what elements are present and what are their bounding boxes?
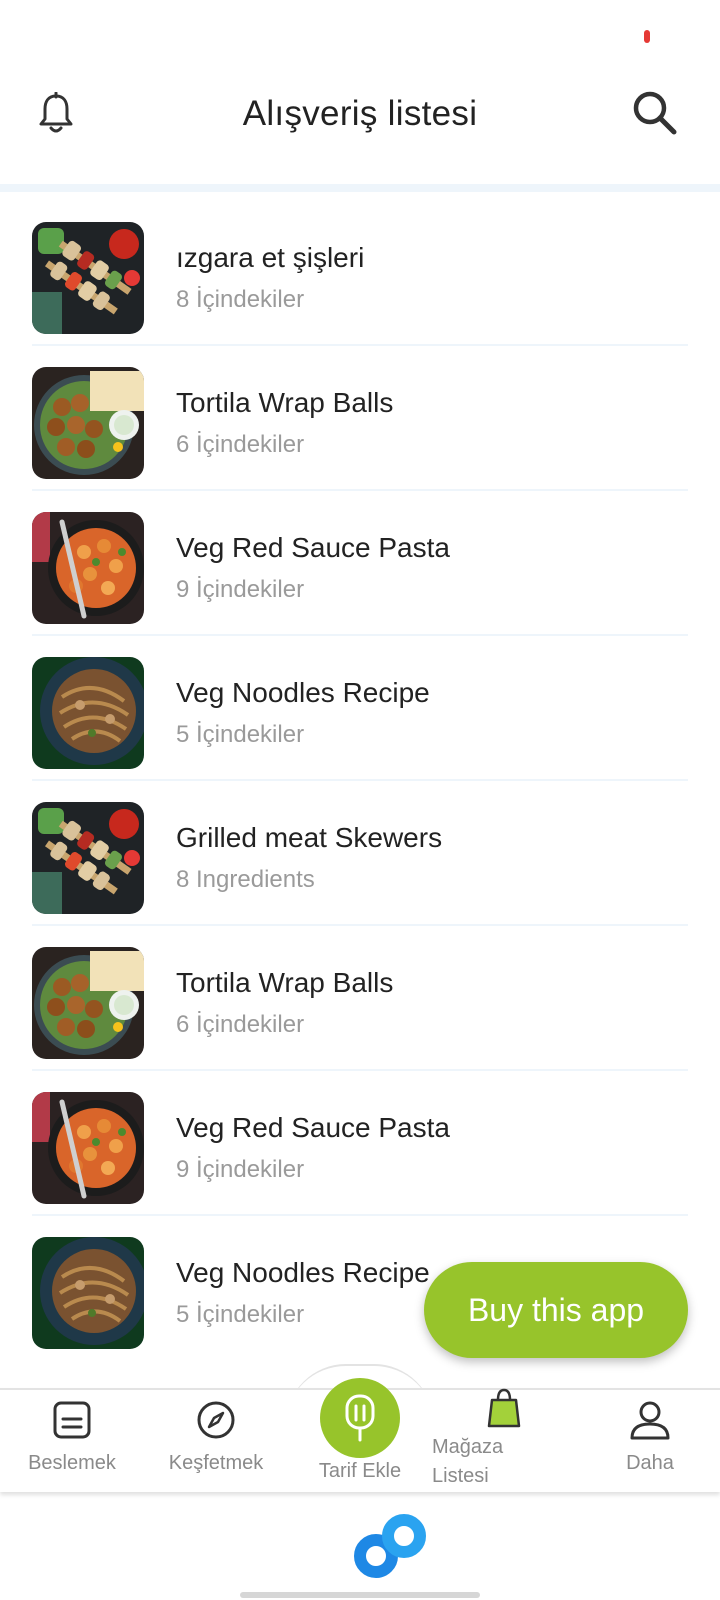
recipe-thumbnail xyxy=(32,1092,144,1204)
list-item[interactable]: Veg Red Sauce Pasta 9 İçindekiler xyxy=(32,482,688,636)
recipe-thumbnail xyxy=(32,947,144,1059)
utensils-icon xyxy=(344,1394,376,1447)
search-icon[interactable] xyxy=(630,88,680,138)
item-ingredient-count: 9 İçindekiler xyxy=(176,1156,305,1183)
item-name: Grilled meat Skewers xyxy=(176,822,443,853)
notification-dot xyxy=(644,30,650,43)
nav-label: Daha xyxy=(626,1452,674,1474)
item-ingredient-count: 8 İçindekiler xyxy=(176,286,305,313)
home-indicator[interactable] xyxy=(240,1592,480,1598)
feed-icon xyxy=(20,1400,124,1446)
item-name: Veg Noodles Recipe xyxy=(176,677,430,708)
list-item[interactable]: Tortila Wrap Balls 6 İçindekiler xyxy=(32,337,688,491)
nav-label: Beslemek xyxy=(28,1452,116,1474)
item-ingredient-count: 5 İçindekiler xyxy=(176,1301,305,1328)
item-ingredient-count: 9 İçindekiler xyxy=(176,576,305,603)
list-item[interactable]: Grilled meat Skewers 8 Ingredients xyxy=(32,772,688,926)
recipe-thumbnail xyxy=(32,1237,144,1349)
nav-label: Keşfetmek xyxy=(168,1452,264,1474)
recipe-thumbnail xyxy=(32,802,144,914)
shopping-bag-icon xyxy=(486,1388,522,1434)
app-header: Alışveriş listesi xyxy=(0,70,720,186)
list-item[interactable]: ızgara et şişleri 8 İçindekiler xyxy=(32,192,688,346)
nav-label-line2: Listesi xyxy=(432,1465,489,1487)
nav-item-explore[interactable]: Keşfetmek xyxy=(158,1400,274,1475)
item-name: Tortila Wrap Balls xyxy=(176,967,394,998)
nav-item-feed[interactable]: Beslemek xyxy=(20,1400,124,1475)
page-title: Alışveriş listesi xyxy=(242,94,478,133)
list-item[interactable]: Veg Red Sauce Pasta 9 İçindekiler xyxy=(32,1062,688,1216)
item-name: Veg Red Sauce Pasta xyxy=(176,532,450,563)
add-recipe-button[interactable] xyxy=(320,1378,400,1458)
nav-item-add-recipe[interactable]: Tarif Ekle xyxy=(300,1460,420,1483)
header-divider xyxy=(0,184,720,192)
recipe-thumbnail xyxy=(32,657,144,769)
nav-label: Tarif Ekle xyxy=(318,1460,402,1482)
item-ingredient-count: 5 İçindekiler xyxy=(176,721,305,748)
recipe-thumbnail xyxy=(32,367,144,479)
nav-label-line1: Mağaza xyxy=(432,1436,504,1458)
compass-icon xyxy=(158,1400,274,1446)
recipe-thumbnail xyxy=(32,222,144,334)
item-name: Tortila Wrap Balls xyxy=(176,387,394,418)
recipe-thumbnail xyxy=(32,512,144,624)
list-item[interactable]: Tortila Wrap Balls 6 İçindekiler xyxy=(32,917,688,1071)
item-name: Veg Noodles Recipe xyxy=(176,1257,430,1288)
app-logo-icon xyxy=(354,1514,430,1578)
item-ingredient-count: 8 Ingredients xyxy=(176,866,315,893)
user-icon xyxy=(602,1400,698,1446)
buy-this-app-button[interactable]: Buy this app xyxy=(424,1262,688,1358)
nav-item-shopping-list[interactable]: Mağaza Listesi xyxy=(432,1388,522,1488)
item-name: ızgara et şişleri xyxy=(176,242,365,273)
nav-item-more[interactable]: Daha xyxy=(602,1400,698,1475)
item-name: Veg Red Sauce Pasta xyxy=(176,1112,450,1143)
list-item[interactable]: Veg Noodles Recipe 5 İçindekiler xyxy=(32,627,688,781)
item-ingredient-count: 6 İçindekiler xyxy=(176,1011,305,1038)
item-ingredient-count: 6 İçindekiler xyxy=(176,431,305,458)
